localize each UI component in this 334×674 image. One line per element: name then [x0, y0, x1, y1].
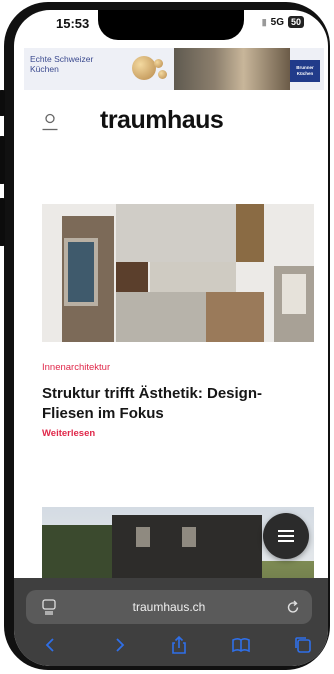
status-time: 15:53	[56, 16, 90, 31]
volume-down-button	[0, 198, 5, 246]
ad-headline-line-2: Küchen	[30, 64, 59, 74]
ad-headline: Echte Schweizer Küchen	[30, 54, 93, 74]
ad-award-icon	[128, 56, 174, 82]
battery-icon: 50	[287, 16, 304, 28]
read-more-link[interactable]: Weiterlesen	[42, 428, 95, 439]
site-logo[interactable]: traumhaus	[100, 106, 224, 135]
network-label: 5G	[270, 16, 284, 28]
forward-icon[interactable]	[108, 634, 130, 656]
tabs-icon[interactable]	[292, 634, 314, 656]
signal-icon: ▮	[261, 16, 267, 27]
reload-icon[interactable]	[286, 599, 300, 615]
bookmarks-icon[interactable]	[230, 634, 252, 656]
screen: 15:53 ▮ 5G 50 Echte Schweizer Küchen Bru…	[14, 10, 328, 666]
browser-toolbar: traumhaus.ch	[14, 578, 328, 666]
address-bar[interactable]: traumhaus.ch	[26, 590, 312, 624]
dynamic-island	[98, 10, 244, 40]
mute-switch	[0, 90, 5, 116]
menu-button[interactable]	[263, 513, 309, 559]
ad-brand-logo: Brunner Küchen	[290, 60, 320, 82]
back-icon[interactable]	[40, 634, 62, 656]
menu-icon	[278, 530, 294, 542]
url-text: traumhaus.ch	[132, 600, 206, 614]
article-category[interactable]: Innenarchitektur	[42, 362, 110, 373]
phone-frame: 15:53 ▮ 5G 50 Echte Schweizer Küchen Bru…	[0, 2, 330, 670]
status-indicators: ▮ 5G 50	[262, 16, 304, 28]
ad-logo-line-2: Küchen	[296, 71, 314, 76]
ad-banner[interactable]: Echte Schweizer Küchen Brunner Küchen	[24, 48, 324, 90]
ad-photo	[174, 48, 290, 90]
user-icon[interactable]	[40, 112, 60, 132]
ad-headline-line-1: Echte Schweizer	[30, 54, 94, 64]
share-icon[interactable]	[168, 634, 190, 656]
volume-up-button	[0, 136, 5, 184]
article-image[interactable]	[42, 204, 314, 342]
article-title[interactable]: Struktur trifft Ästhetik: Design-Fliesen…	[42, 384, 302, 424]
